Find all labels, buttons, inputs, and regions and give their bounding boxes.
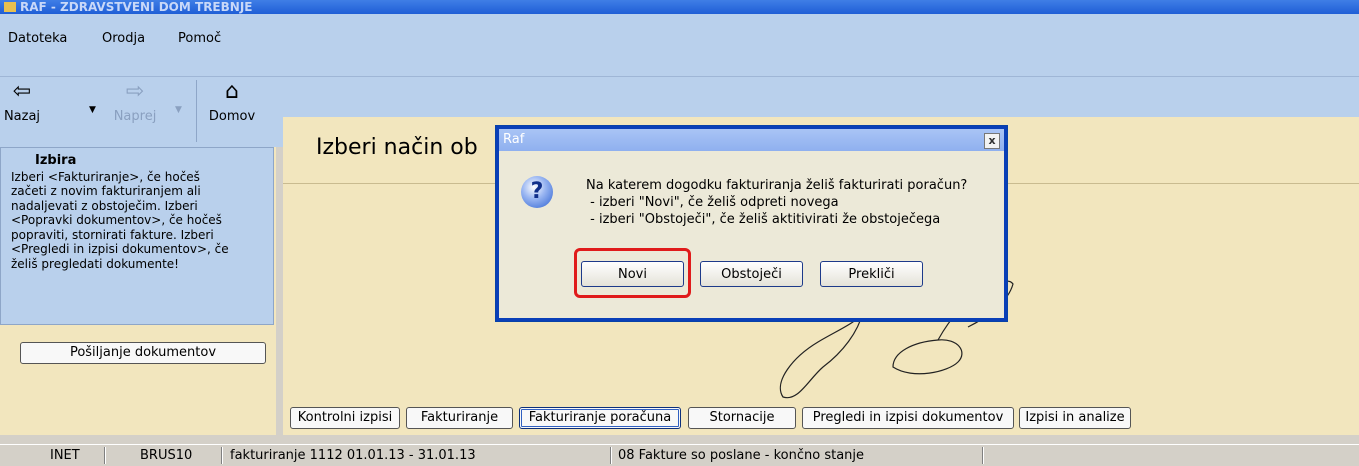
question-icon: ? <box>521 176 553 208</box>
status-divider <box>104 447 105 464</box>
info-line: začeti z novim fakturiranjem ali <box>11 184 201 198</box>
forward-arrow-icon: ⇨ <box>125 79 145 104</box>
cancellations-button[interactable]: Stornacije <box>688 407 796 429</box>
document-reports-button[interactable]: Pregledi in izpisi dokumentov <box>802 407 1014 429</box>
menu-datoteka[interactable]: Datoteka <box>8 31 67 46</box>
left-pane: Izbira Izberi <Fakturiranje>, če hočeš z… <box>0 147 276 435</box>
forward-label: Naprej <box>113 109 157 124</box>
menu-orodja[interactable]: Orodja <box>102 31 145 46</box>
dialog-titlebar: Raf x <box>499 129 1004 151</box>
info-line: <Pregledi in izpisi dokumentov>, če <box>11 242 229 256</box>
info-box: Izbira Izberi <Fakturiranje>, če hočeš z… <box>0 147 274 325</box>
window-title: RAF - ZDRAVSTVENI DOM TREBNJE <box>20 0 253 14</box>
close-icon[interactable]: x <box>984 133 1000 149</box>
reports-analysis-button[interactable]: Izpisi in analize <box>1019 407 1131 429</box>
info-heading: Izbira <box>35 153 77 168</box>
toolbar-separator <box>196 80 197 142</box>
info-line: Izberi <Fakturiranje>, če hočeš <box>11 169 200 184</box>
dialog-line: - izberi "Obstoječi", če želiš aktitivir… <box>586 212 941 227</box>
info-line: <Popravki dokumentov>, če hočeš <box>11 213 222 227</box>
dialog-title: Raf <box>503 132 525 147</box>
info-line: nadaljevati z obstoječim. Izberi <box>11 198 198 213</box>
status-bar: INET BRUS10 fakturiranje 1112 01.01.13 -… <box>0 444 1359 466</box>
new-button[interactable]: Novi <box>581 261 684 287</box>
back-dropdown-caret[interactable]: ▼ <box>89 105 96 115</box>
info-line: želiš pregledati dokumente! <box>11 256 179 271</box>
menu-pomoc[interactable]: Pomoč <box>178 31 221 46</box>
forward-button[interactable]: ⇨ Naprej <box>105 79 165 125</box>
main-title: Izberi način ob <box>316 135 478 160</box>
home-icon: ⌂ <box>225 79 239 104</box>
dialog-line: - izberi "Novi", če želiš odpreti novega <box>586 195 839 210</box>
status-user: BRUS10 <box>140 448 193 463</box>
invoicing-button[interactable]: Fakturiranje <box>406 407 513 429</box>
invoicing-settlement-button[interactable]: Fakturiranje poračuna <box>519 407 681 429</box>
home-label: Domov <box>208 109 256 124</box>
control-prints-button[interactable]: Kontrolni izpisi <box>290 407 400 429</box>
info-line: popraviti, stornirati fakture. Izberi <box>11 227 214 242</box>
status-period: fakturiranje 1112 01.01.13 - 31.01.13 <box>230 448 476 463</box>
send-documents-button[interactable]: Pošiljanje dokumentov <box>20 342 266 364</box>
status-divider <box>610 447 611 464</box>
dialog-message: Na katerem dogodku fakturiranja želiš fa… <box>586 177 967 228</box>
home-button[interactable]: ⌂ Domov <box>205 79 259 125</box>
back-button[interactable]: ⇦ Nazaj <box>2 79 42 125</box>
app-icon <box>4 2 16 12</box>
cancel-button[interactable]: Prekliči <box>820 261 923 287</box>
status-state: 08 Fakture so poslane - končno stanje <box>618 448 865 463</box>
back-label: Nazaj <box>3 109 41 124</box>
existing-button[interactable]: Obstoječi <box>700 261 803 287</box>
choose-event-dialog: Raf x ? Na katerem dogodku fakturiranja … <box>496 126 1007 321</box>
back-arrow-icon: ⇦ <box>12 79 32 104</box>
status-connection: INET <box>50 448 80 463</box>
window-titlebar: RAF - ZDRAVSTVENI DOM TREBNJE <box>0 0 1359 14</box>
info-text: Izberi <Fakturiranje>, če hočeš začeti z… <box>11 170 271 272</box>
menu-bar: Datoteka Orodja Pomoč <box>0 14 1359 77</box>
dialog-line: Na katerem dogodku fakturiranja želiš fa… <box>586 178 968 193</box>
status-divider <box>982 447 983 464</box>
forward-dropdown-caret[interactable]: ▼ <box>175 105 182 115</box>
status-divider <box>221 447 222 464</box>
